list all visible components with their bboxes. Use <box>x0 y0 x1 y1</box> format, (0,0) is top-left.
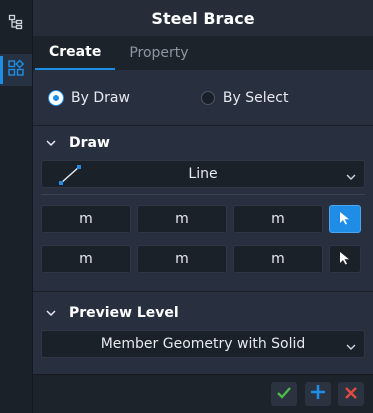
tab-create[interactable]: Create <box>35 36 116 70</box>
chevron-down-icon <box>43 309 59 317</box>
panel-title: Steel Brace <box>33 0 373 36</box>
start-x-field[interactable]: m <box>41 205 131 233</box>
components-button[interactable] <box>0 54 32 86</box>
section-title: Preview Level <box>69 305 179 321</box>
draw-section-header[interactable]: Draw <box>33 126 373 160</box>
mode-selector: By Draw By Select <box>33 70 373 126</box>
end-y-field[interactable]: m <box>137 245 227 273</box>
close-button[interactable] <box>338 382 364 406</box>
draw-section: Draw Line m m m m m m <box>33 126 373 292</box>
radio-by-draw[interactable]: By Draw <box>49 90 130 106</box>
radio-by-select[interactable]: By Select <box>200 89 289 106</box>
chevron-down-icon <box>43 139 59 147</box>
close-icon <box>344 385 358 404</box>
preview-level-dropdown[interactable]: Member Geometry with Solid <box>41 330 365 358</box>
preview-section: Preview Level Member Geometry with Solid <box>33 292 373 378</box>
add-icon <box>310 384 326 404</box>
start-z-field[interactable]: m <box>233 205 323 233</box>
radio-unselected-icon <box>200 90 215 105</box>
cursor-arrow-icon <box>339 210 351 229</box>
end-point-row: m m m <box>33 245 373 273</box>
end-x-field[interactable]: m <box>41 245 131 273</box>
pick-start-point-button[interactable] <box>329 205 361 233</box>
confirm-icon <box>276 385 292 404</box>
tree-view-button[interactable] <box>0 8 32 40</box>
tab-bar: Create Property <box>33 36 373 70</box>
chevron-down-icon <box>346 339 356 355</box>
preview-level-value: Member Geometry with Solid <box>100 336 306 352</box>
add-button[interactable] <box>305 382 331 406</box>
chevron-down-icon <box>346 169 356 185</box>
section-title: Draw <box>69 135 110 151</box>
left-toolbar <box>0 0 33 413</box>
start-y-field[interactable]: m <box>137 205 227 233</box>
pick-end-point-button[interactable] <box>329 245 361 273</box>
steel-brace-panel: Steel Brace Create Property By Draw By S… <box>33 0 373 413</box>
cursor-arrow-icon <box>339 250 351 269</box>
line-icon <box>58 164 82 190</box>
shape-dropdown[interactable]: Line <box>41 160 365 188</box>
action-footer <box>33 374 373 413</box>
tab-property[interactable]: Property <box>115 36 202 70</box>
components-icon <box>7 59 25 81</box>
confirm-button[interactable] <box>271 382 297 406</box>
end-z-field[interactable]: m <box>233 245 323 273</box>
shape-value: Line <box>188 166 218 182</box>
radio-selected-icon <box>49 90 63 105</box>
divider <box>41 194 365 195</box>
start-point-row: m m m <box>33 205 373 233</box>
tree-icon <box>8 14 24 34</box>
radio-label: By Draw <box>71 89 130 106</box>
radio-label: By Select <box>222 89 289 106</box>
preview-section-header[interactable]: Preview Level <box>33 296 373 330</box>
